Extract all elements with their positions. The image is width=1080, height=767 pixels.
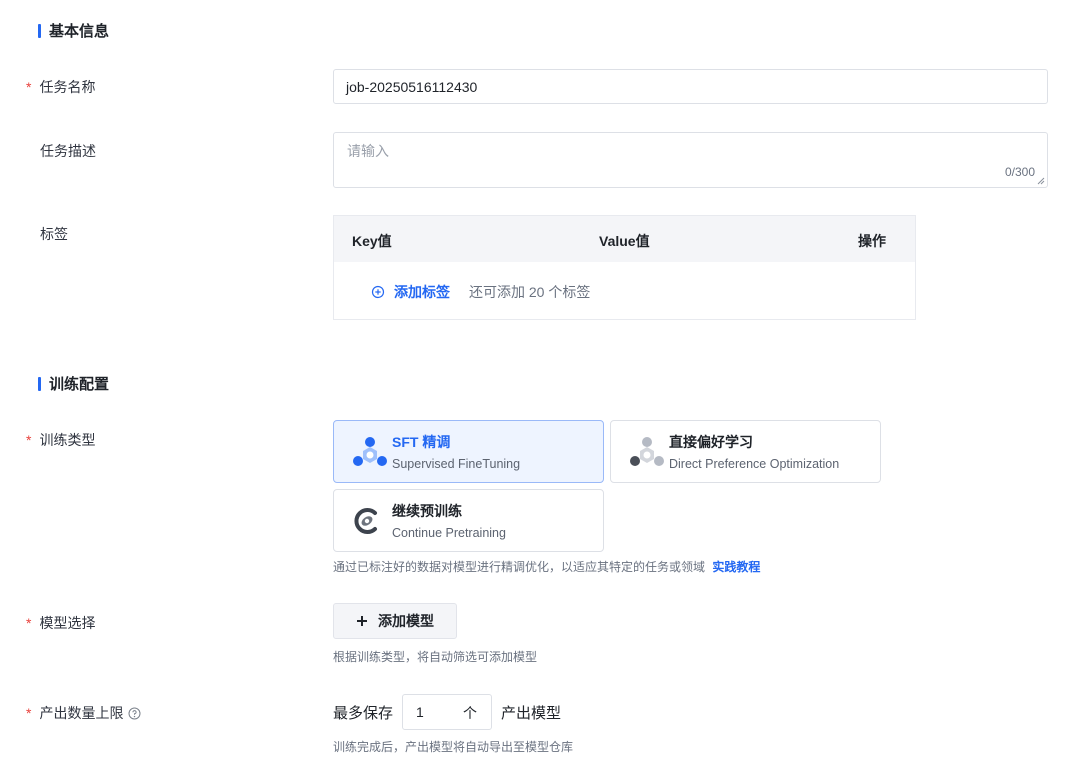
output-count-unit: 个 bbox=[463, 705, 478, 721]
section-title: 基本信息 bbox=[49, 23, 110, 40]
tags-label: 标签 bbox=[40, 224, 68, 244]
label-text: 任务名称 bbox=[39, 79, 96, 95]
add-model-label: 添加模型 bbox=[378, 613, 434, 629]
task-name-label: * 任务名称 bbox=[26, 77, 95, 97]
add-tag-row: 添加标签 还可添加 20 个标签 bbox=[371, 282, 590, 302]
plus-circle-icon bbox=[371, 285, 385, 299]
card-title: SFT 精调 bbox=[392, 434, 451, 450]
section-accent-bar bbox=[38, 23, 41, 38]
label-text: 训练类型 bbox=[39, 432, 96, 448]
train-type-card-dpo[interactable]: 直接偏好学习 Direct Preference Optimization bbox=[610, 420, 881, 483]
required-mark: * bbox=[26, 615, 32, 631]
add-model-button[interactable]: 添加模型 bbox=[333, 603, 457, 639]
card-title: 继续预训练 bbox=[392, 503, 462, 519]
tags-table-header: Key值 Value值 操作 bbox=[334, 216, 915, 262]
tutorial-link[interactable]: 实践教程 bbox=[712, 560, 760, 574]
section-training-config: 训练配置 bbox=[38, 373, 109, 394]
column-value: Value值 bbox=[599, 233, 650, 249]
label-text: 标签 bbox=[40, 226, 68, 242]
required-mark: * bbox=[26, 432, 32, 448]
card-subtitle: Supervised FineTuning bbox=[392, 457, 521, 471]
plus-icon bbox=[357, 616, 367, 626]
char-counter: 0/300 bbox=[1004, 165, 1035, 179]
pretrain-icon bbox=[354, 508, 377, 534]
output-count-input[interactable]: 1 个 bbox=[402, 694, 493, 730]
add-tag-button[interactable]: 添加标签 bbox=[371, 282, 450, 302]
card-subtitle: Direct Preference Optimization bbox=[669, 457, 840, 471]
label-text: 任务描述 bbox=[40, 143, 96, 159]
label-text: 产出数量上限 bbox=[39, 705, 124, 721]
section-title: 训练配置 bbox=[49, 376, 110, 393]
task-name-input[interactable]: job-20250516112430 bbox=[333, 69, 1048, 104]
model-select-hint: 根据训练类型，将自动筛选可添加模型 bbox=[333, 650, 538, 664]
task-desc-placeholder: 请输入 bbox=[347, 143, 389, 159]
sft-icon bbox=[353, 437, 387, 466]
tags-remaining-hint: 还可添加 20 个标签 bbox=[469, 284, 591, 300]
column-key: Key值 bbox=[352, 233, 392, 249]
section-basic-info: 基本信息 bbox=[38, 20, 109, 41]
question-circle-icon[interactable] bbox=[128, 707, 141, 720]
output-limit-label: * 产出数量上限 bbox=[26, 703, 141, 723]
column-actions: 操作 bbox=[858, 233, 886, 249]
resize-handle-icon[interactable] bbox=[1037, 177, 1045, 185]
description-text: 通过已标注好的数据对模型进行精调优化，以适应其特定的任务或领域 bbox=[333, 560, 706, 574]
output-limit-suffix: 产出模型 bbox=[501, 704, 562, 722]
train-type-card-pretrain[interactable]: 继续预训练 Continue Pretraining bbox=[333, 489, 604, 552]
train-type-label: * 训练类型 bbox=[26, 430, 95, 450]
required-mark: * bbox=[26, 705, 32, 721]
dpo-icon bbox=[630, 437, 664, 466]
section-accent-bar bbox=[38, 376, 41, 391]
card-subtitle: Continue Pretraining bbox=[392, 526, 506, 540]
output-count-value: 1 bbox=[416, 704, 424, 720]
tags-table: Key值 Value值 操作 添加标签 还可添加 20 个标签 bbox=[333, 215, 916, 320]
required-mark: * bbox=[26, 79, 32, 95]
task-name-value: job-20250516112430 bbox=[346, 78, 478, 95]
label-text: 模型选择 bbox=[39, 615, 96, 631]
output-limit-row: 最多保存 1 个 产出模型 bbox=[333, 694, 561, 730]
train-type-description: 通过已标注好的数据对模型进行精调优化，以适应其特定的任务或领域 实践教程 bbox=[333, 558, 760, 575]
train-type-card-sft[interactable]: SFT 精调 Supervised FineTuning bbox=[333, 420, 604, 483]
model-select-label: * 模型选择 bbox=[26, 613, 95, 633]
card-title: 直接偏好学习 bbox=[669, 434, 753, 450]
task-desc-label: 任务描述 bbox=[40, 141, 96, 161]
output-limit-hint: 训练完成后，产出模型将自动导出至模型仓库 bbox=[333, 740, 574, 754]
add-tag-label: 添加标签 bbox=[394, 284, 450, 300]
output-limit-prefix: 最多保存 bbox=[333, 704, 394, 722]
task-desc-textarea[interactable]: 请输入 0/300 bbox=[333, 132, 1048, 188]
